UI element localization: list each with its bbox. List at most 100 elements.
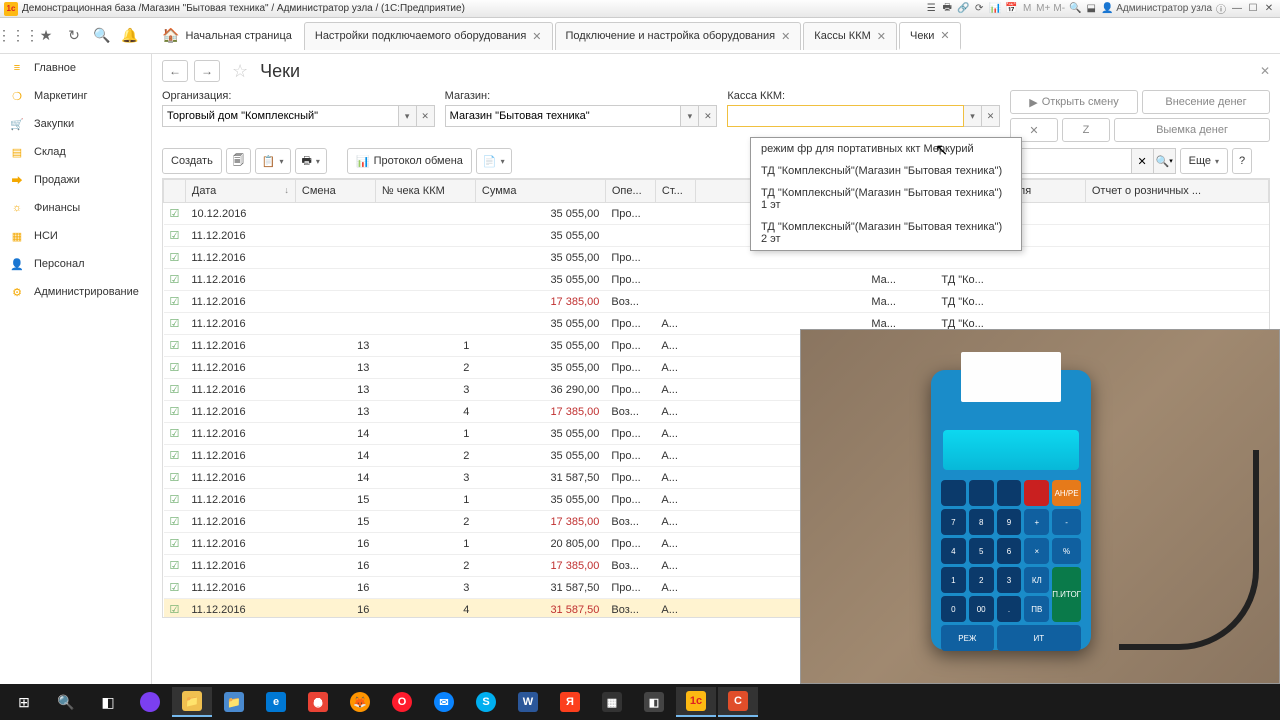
sys-icon[interactable]: 📅 — [1004, 2, 1018, 16]
page-close-icon[interactable]: ✕ — [1260, 64, 1270, 78]
tab-equipment-connection[interactable]: Подключение и настройка оборудования ✕ — [555, 22, 802, 50]
taskview-button[interactable]: ◧ — [88, 687, 128, 717]
table-row[interactable]: ☑ 10.12.2016 35 055,00Про... — [164, 203, 1269, 225]
tb-skype[interactable]: S — [466, 687, 506, 717]
tab-close-icon[interactable]: ✕ — [940, 29, 949, 42]
dropdown-icon[interactable]: ▾ — [964, 105, 982, 127]
clear-icon[interactable]: ✕ — [982, 105, 1000, 127]
bell-icon[interactable]: 🔔 — [116, 22, 144, 50]
more-button[interactable]: Еще▾ — [1180, 148, 1228, 174]
sys-icon[interactable]: ⟳ — [972, 2, 986, 16]
search-go-icon[interactable]: 🔍▾ — [1154, 148, 1176, 174]
sidebar-item-marketing[interactable]: ❍Маркетинг — [0, 82, 151, 110]
table-row[interactable]: ☑ 11.12.2016 35 055,00Про... — [164, 247, 1269, 269]
sidebar-item-admin[interactable]: ⚙Администрирование — [0, 278, 151, 306]
open-shift-button[interactable]: ▶Открыть смену — [1010, 90, 1138, 114]
sys-icon[interactable]: 📊 — [988, 2, 1002, 16]
org-input[interactable] — [162, 105, 399, 127]
copy-button[interactable]: 🗐 — [226, 148, 251, 174]
apps-icon[interactable]: ⋮⋮⋮ — [4, 22, 32, 50]
favorite-icon[interactable]: ☆ — [232, 61, 248, 82]
tb-1c[interactable]: 1c — [676, 687, 716, 717]
col-num[interactable]: № чека ККМ — [375, 180, 475, 203]
sys-icon[interactable]: M — [1020, 2, 1034, 16]
kkm-input[interactable] — [727, 105, 964, 127]
list-button[interactable]: 📋▾ — [255, 148, 291, 174]
tab-close-icon[interactable]: ✕ — [532, 30, 541, 43]
tb-opera[interactable]: O — [382, 687, 422, 717]
start-button[interactable]: ⊞ — [4, 687, 44, 717]
clear-icon[interactable]: ✕ — [699, 105, 717, 127]
tb-explorer[interactable]: 📁 — [172, 687, 212, 717]
dropdown-icon[interactable]: ▾ — [681, 105, 699, 127]
tab-close-icon[interactable]: ✕ — [781, 30, 790, 43]
tab-kkm[interactable]: Кассы ККМ ✕ — [803, 22, 897, 50]
table-row[interactable]: ☑ 11.12.2016 17 385,00Воз... Ма...ТД "Ко… — [164, 291, 1269, 313]
tb-word[interactable]: W — [508, 687, 548, 717]
col-shift[interactable]: Смена — [295, 180, 375, 203]
report-button[interactable]: 📄▾ — [476, 148, 512, 174]
deposit-button[interactable]: Внесение денег — [1142, 90, 1270, 114]
tab-home[interactable]: 🏠 Начальная страница — [152, 22, 302, 50]
shop-input[interactable] — [445, 105, 682, 127]
col-date[interactable]: Дата↓ — [185, 180, 295, 203]
protocol-button[interactable]: 📊Протокол обмена — [347, 148, 472, 174]
info-icon[interactable]: ⓘ — [1214, 2, 1228, 16]
withdraw-button[interactable]: Выемка денег — [1114, 118, 1270, 142]
table-row[interactable]: ☑ 11.12.2016 35 055,00 Ма...ТД "Ко... — [164, 225, 1269, 247]
tb-chrome[interactable]: ◉ — [298, 687, 338, 717]
back-button[interactable]: ← — [162, 60, 188, 82]
tb-firefox[interactable]: 🦊 — [340, 687, 380, 717]
tb-edge[interactable]: e — [256, 687, 296, 717]
clear-icon[interactable]: ✕ — [417, 105, 435, 127]
col-op[interactable]: Опе... — [605, 180, 655, 203]
tb-app[interactable]: ▦ — [592, 687, 632, 717]
sys-icon[interactable]: 🔍 — [1068, 2, 1082, 16]
sidebar-item-purchases[interactable]: 🛒Закупки — [0, 110, 151, 138]
print-button[interactable]: 🖶▾ — [295, 148, 327, 174]
sys-icon[interactable]: 🔗 — [956, 2, 970, 16]
cortana-button[interactable] — [130, 687, 170, 717]
sys-icon[interactable]: 🖶 — [940, 2, 954, 16]
tb-explorer2[interactable]: 📁 — [214, 687, 254, 717]
tab-checks[interactable]: Чеки ✕ — [899, 22, 961, 50]
close-icon[interactable]: ✕ — [1262, 2, 1276, 16]
star-icon[interactable]: ★ — [32, 22, 60, 50]
table-row[interactable]: ☑ 11.12.2016 35 055,00Про... Ма...ТД "Ко… — [164, 269, 1269, 291]
tab-equipment-settings[interactable]: Настройки подключаемого оборудования ✕ — [304, 22, 553, 50]
forward-button[interactable]: → — [194, 60, 220, 82]
search-icon[interactable]: 🔍 — [88, 22, 116, 50]
sidebar-item-nsi[interactable]: ▦НСИ — [0, 222, 151, 250]
col-st[interactable]: Ст... — [655, 180, 695, 203]
sys-icon[interactable]: M- — [1052, 2, 1066, 16]
sidebar-item-sales[interactable]: ⮕Продажи — [0, 166, 151, 194]
dropdown-option[interactable]: ТД "Комплексный"(Магазин "Бытовая техник… — [751, 182, 1021, 216]
sys-icon[interactable]: M+ — [1036, 2, 1050, 16]
user-icon[interactable]: 👤 — [1100, 2, 1114, 16]
tb-yandex[interactable]: Я — [550, 687, 590, 717]
sidebar-item-main[interactable]: ≡Главное — [0, 54, 151, 82]
col-report[interactable]: Отчет о розничных ... — [1085, 180, 1268, 203]
sys-icon[interactable]: ☰ — [924, 2, 938, 16]
history-icon[interactable]: ↻ — [60, 22, 88, 50]
help-button[interactable]: ? — [1232, 148, 1252, 174]
tab-close-icon[interactable]: ✕ — [877, 30, 886, 43]
create-button[interactable]: Создать — [162, 148, 222, 174]
search-clear-icon[interactable]: ✕ — [1132, 148, 1154, 174]
dropdown-icon[interactable]: ▾ — [399, 105, 417, 127]
col-sum[interactable]: Сумма — [475, 180, 605, 203]
sys-icon[interactable]: ⬓ — [1084, 2, 1098, 16]
dropdown-option[interactable]: ТД "Комплексный"(Магазин "Бытовая техник… — [751, 216, 1021, 250]
tb-thunderbird[interactable]: ✉ — [424, 687, 464, 717]
search-button[interactable]: 🔍 — [46, 687, 86, 717]
sidebar-item-personnel[interactable]: 👤Персонал — [0, 250, 151, 278]
maximize-icon[interactable]: ☐ — [1246, 2, 1260, 16]
tb-camtasia[interactable]: C — [718, 687, 758, 717]
minimize-icon[interactable]: — — [1230, 2, 1244, 16]
sidebar-item-finance[interactable]: ☼Финансы — [0, 194, 151, 222]
dropdown-option[interactable]: ТД "Комплексный"(Магазин "Бытовая техник… — [751, 160, 1021, 182]
tb-app2[interactable]: ◧ — [634, 687, 674, 717]
dropdown-option[interactable]: режим фр для портативных ккт Меркурий — [751, 138, 1021, 160]
z-report-button[interactable]: Z — [1062, 118, 1110, 142]
sidebar-item-warehouse[interactable]: ▤Склад — [0, 138, 151, 166]
